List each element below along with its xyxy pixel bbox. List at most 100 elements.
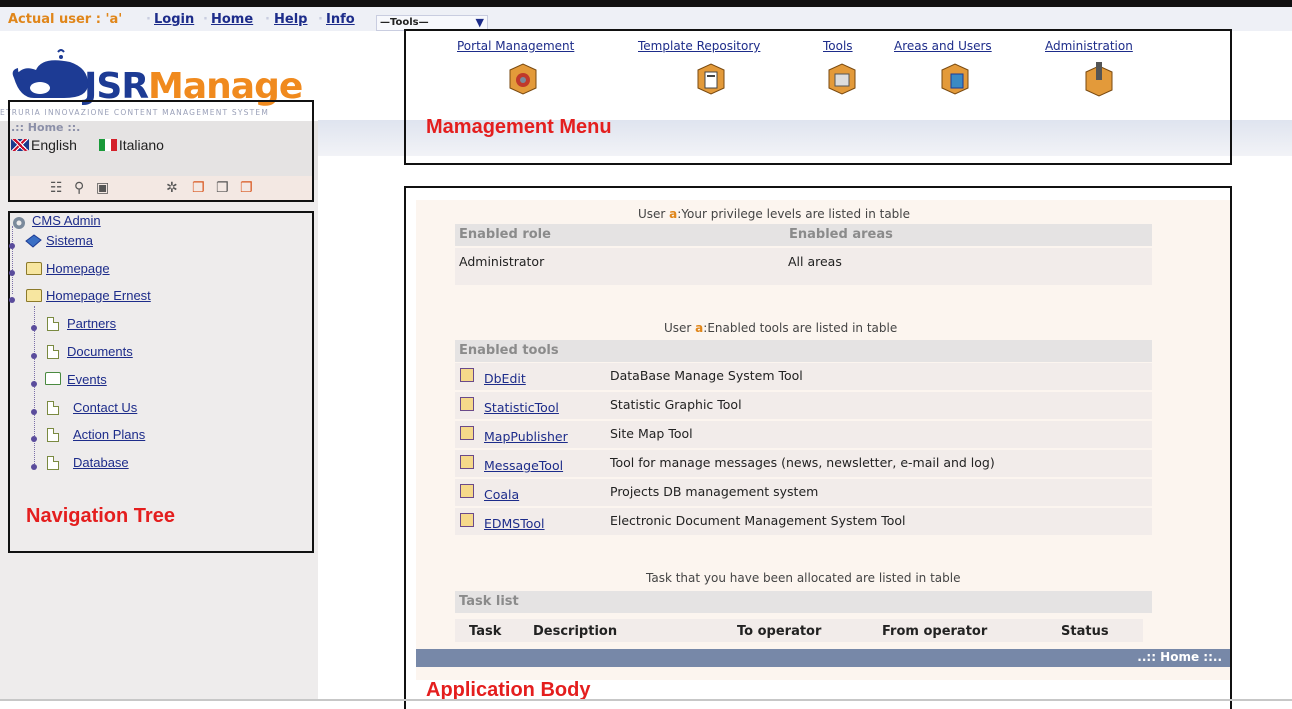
folder-icon [45,372,61,385]
refresh-icon[interactable]: ✲ [166,180,178,196]
tool-link-messagetool[interactable]: MessageTool [484,458,563,473]
page-icon [47,456,59,470]
language-english-label: English [31,137,77,153]
task-column-status: Status [1061,624,1109,639]
binoculars-icon[interactable]: ⚲ [74,180,84,196]
language-selector: English Italiano [11,137,182,153]
role-header-enabled-areas: Enabled areas [785,224,1152,246]
task-column-from-operator: From operator [882,624,988,639]
tree-item-sistema[interactable]: Sistema [46,233,93,248]
page-icon [47,401,59,415]
tree-item-contact-us[interactable]: Contact Us [73,400,137,415]
tree-line [12,226,13,294]
tree-view-icon[interactable]: ☷ [50,180,63,196]
tree-node-dot [31,353,37,359]
tools-header: Enabled tools [455,340,1152,362]
privilege-caption: User a:Your privilege levels are listed … [638,207,910,221]
separator: · [318,12,323,27]
new-page-icon[interactable]: ❐ [192,180,205,196]
top-rule [0,0,1292,7]
management-menu-caption: Mamagement Menu [426,116,612,138]
tree-item-documents[interactable]: Documents [67,344,133,359]
chevron-down-icon: ▼ [475,16,484,29]
footer-home-link[interactable]: ..:: Home ::.. [1137,650,1222,664]
book-icon [460,426,474,440]
tree-node-dot [31,325,37,331]
menu-template-repository[interactable]: Template Repository [638,39,760,53]
tool-desc: Projects DB management system [610,484,819,499]
app-window: Actual user : 'a' · Login · Home · Help … [0,0,1292,709]
menu-administration[interactable]: Administration [1045,39,1133,53]
separator: · [265,12,270,27]
caption-user-prefix: User [638,207,670,221]
administration-box-icon[interactable] [1082,58,1116,98]
task-column-task: Task [469,624,502,639]
separator: · [146,12,151,27]
tree-node-dot [9,297,15,303]
users-box-icon[interactable] [938,58,972,98]
app-footer-bar: ..:: Home ::.. [416,649,1230,667]
tree-root-cms-admin[interactable]: CMS Admin [32,213,101,228]
uk-flag-icon [11,139,29,151]
info-link[interactable]: Info [326,12,355,27]
delete-page-icon[interactable]: ❐ [240,180,253,196]
caption-tools-text: :Enabled tools are listed in table [703,321,898,335]
italy-flag-icon [98,139,117,151]
folder-icon [26,262,42,275]
language-italiano-label: Italiano [118,137,164,153]
caption-privilege-text: :Your privilege levels are listed in tab… [677,207,911,221]
tree-item-homepage[interactable]: Homepage [46,261,110,276]
home-link[interactable]: Home [211,12,253,27]
folder-open-icon [26,289,42,302]
language-english[interactable]: English [11,137,77,153]
book-icon [25,234,42,248]
language-italiano[interactable]: Italiano [98,137,164,153]
menu-portal-management[interactable]: Portal Management [457,39,574,53]
table-row [455,363,1152,391]
caption-user-prefix: User [664,321,696,335]
tree-node-dot [31,464,37,470]
preview-icon[interactable]: ▣ [96,180,109,196]
help-link[interactable]: Help [274,12,307,27]
menu-areas-and-users[interactable]: Areas and Users [894,39,992,53]
tree-item-partners[interactable]: Partners [67,316,116,331]
tree-node-dot [31,381,37,387]
table-row [455,392,1152,420]
book-icon [460,484,474,498]
menu-tools[interactable]: Tools [823,39,853,53]
top-bar: Actual user : 'a' · Login · Home · Help … [0,7,1292,31]
tree-item-events[interactable]: Events [67,372,107,387]
navigation-tree-caption: Navigation Tree [26,505,175,527]
whale-logo-icon [12,49,88,98]
tree-node-dot [9,243,15,249]
book-icon [460,397,474,411]
tree-node-dot [31,409,37,415]
template-box-icon[interactable] [694,58,728,98]
copy-page-icon[interactable]: ❐ [216,180,229,196]
role-header-enabled-role: Enabled role [455,224,785,246]
tool-link-mappublisher[interactable]: MapPublisher [484,429,568,444]
tool-link-statistictool[interactable]: StatisticTool [484,400,559,415]
task-column-description: Description [533,624,618,639]
tools-box-icon[interactable] [825,58,859,98]
book-icon [460,368,474,382]
tree-node-dot [9,270,15,276]
task-caption: Task that you have been allocated are li… [646,571,961,585]
task-column-to-operator: To operator [737,624,822,639]
tree-item-action-plans[interactable]: Action Plans [73,427,145,442]
gear-icon [13,217,25,229]
page-icon [47,428,59,442]
tool-link-dbedit[interactable]: DbEdit [484,371,526,386]
tree-item-homepage-ernest[interactable]: Homepage Ernest [46,288,151,303]
tool-desc: Statistic Graphic Tool [610,397,742,412]
page-icon [47,317,59,331]
book-icon [460,513,474,527]
page-icon [47,345,59,359]
tool-link-edmstool[interactable]: EDMSTool [484,516,545,531]
tree-item-database[interactable]: Database [73,455,129,470]
portal-box-icon[interactable] [506,58,540,98]
login-link[interactable]: Login [154,12,194,27]
tool-link-coala[interactable]: Coala [484,487,519,502]
tool-desc: DataBase Manage System Tool [610,368,803,383]
tree-node-dot [31,436,37,442]
